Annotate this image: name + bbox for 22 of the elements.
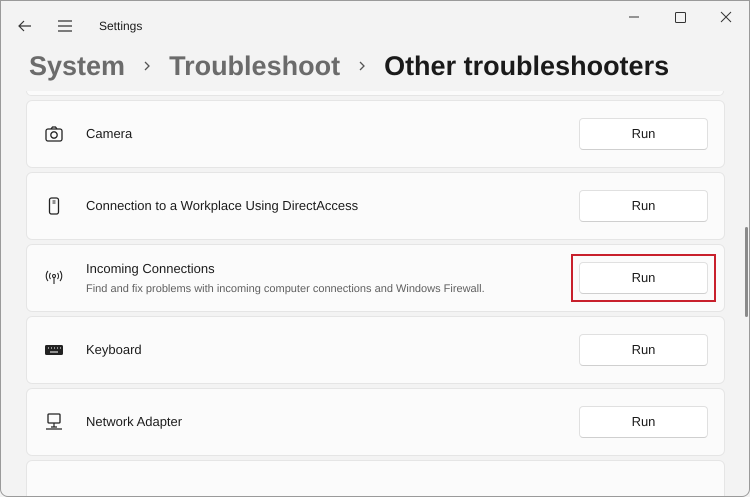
camera-icon — [44, 124, 64, 144]
troubleshooter-title: Connection to a Workplace Using DirectAccess — [86, 197, 360, 216]
breadcrumb-link[interactable]: Troubleshoot — [169, 46, 340, 86]
page-title: Other troubleshooters — [384, 50, 670, 83]
troubleshooter-description: Find and fix problems with incoming computer connections and Windows Firewall. — [86, 282, 486, 296]
troubleshooter-title: Camera — [86, 125, 134, 144]
run-button[interactable]: Run — [579, 190, 708, 222]
scrollbar-thumb[interactable] — [745, 227, 748, 317]
troubleshooter-title: Network Adapter — [86, 413, 184, 432]
window-title: Settings — [99, 18, 142, 35]
chevron-icon — [357, 60, 368, 72]
menu-icon[interactable] — [57, 19, 73, 33]
run-button[interactable]: Run — [579, 334, 708, 366]
breadcrumb-link[interactable]: System — [29, 46, 126, 86]
troubleshooter-title: Incoming Connections — [86, 260, 216, 278]
troubleshooter-title: Keyboard — [86, 341, 143, 360]
chevron-icon — [142, 60, 152, 72]
run-button[interactable]: Run — [579, 262, 708, 294]
run-button[interactable]: Run — [579, 118, 708, 150]
computer-icon — [44, 412, 64, 432]
run-button[interactable]: Run — [579, 406, 708, 438]
back-icon[interactable] — [17, 18, 33, 34]
